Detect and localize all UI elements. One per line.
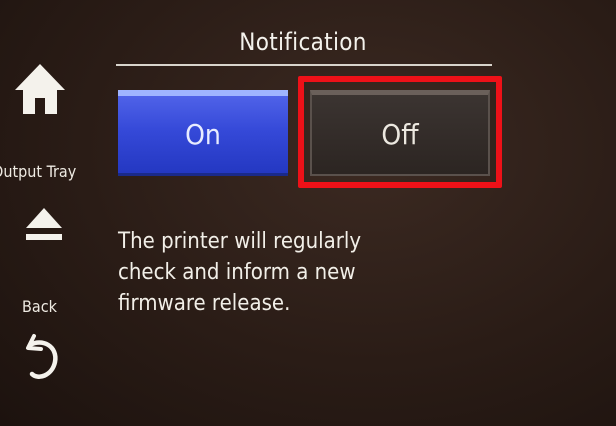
home-icon: [15, 64, 65, 114]
description-line: check and inform a new: [118, 260, 356, 285]
description-text: The printer will regularly check and inf…: [118, 226, 418, 319]
back-button[interactable]: [22, 328, 66, 384]
output-tray-label: Output Tray: [0, 162, 77, 181]
page-title: Notification: [239, 28, 367, 56]
home-button[interactable]: [12, 60, 68, 120]
description-line: The printer will regularly: [118, 229, 362, 254]
output-tray-button[interactable]: [22, 204, 66, 248]
description-line: firmware release.: [118, 291, 291, 316]
back-label: Back: [22, 297, 57, 316]
eject-icon: [26, 208, 62, 240]
title-divider: [116, 64, 492, 66]
on-button[interactable]: On: [118, 90, 288, 176]
selection-highlight: [298, 76, 502, 188]
back-arrow-icon: [26, 334, 58, 379]
